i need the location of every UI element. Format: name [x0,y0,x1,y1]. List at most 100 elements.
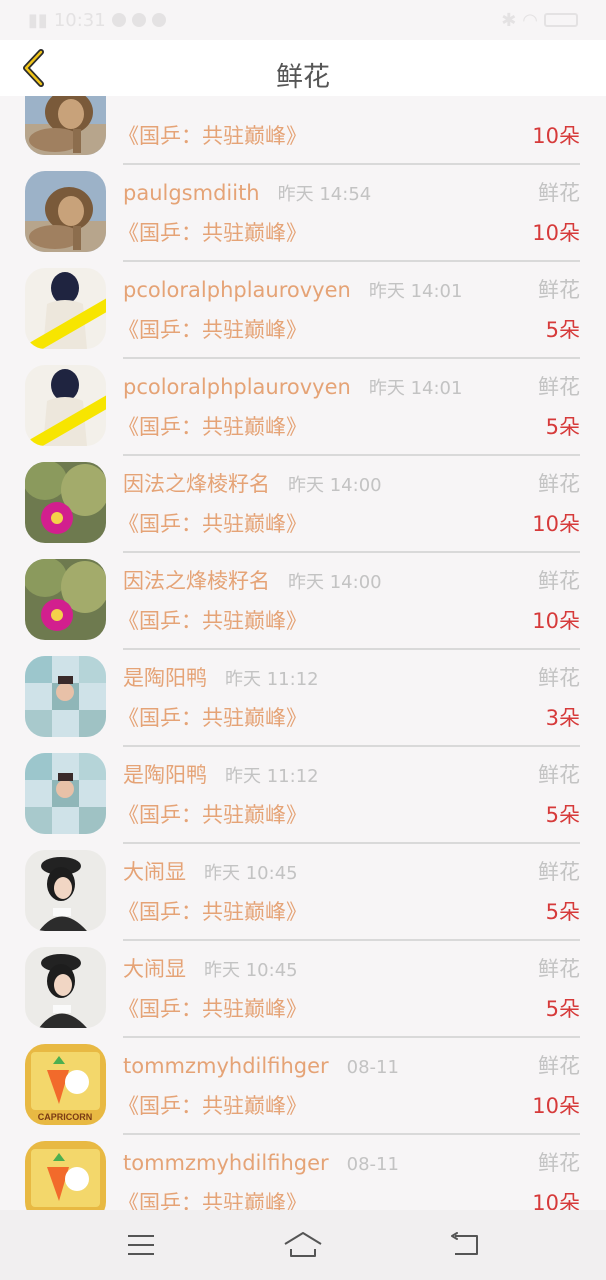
username[interactable]: tommzmyhdilfihger [123,1054,329,1078]
gift-record-row[interactable]: pcoloralphplaurovyen 昨天 14:01 鲜花 《国乒：共驻巅… [0,359,606,456]
gift-record-row[interactable]: CAPRICORN tommzmyhdilfihger 08-11 鲜花 《国乒… [0,1135,606,1210]
system-nav-bar [0,1210,606,1280]
gift-record-row[interactable]: 是陶阳鸭 昨天 11:12 鲜花 《国乒：共驻巅峰》 5朵 [0,747,606,844]
gift-type: 鲜花 [538,666,580,690]
avatar[interactable] [25,268,106,349]
book-title[interactable]: 《国乒：共驻巅峰》 [118,1187,307,1210]
row-detail: 《国乒：共驻巅峰》 5朵 [118,799,580,831]
bluetooth-icon: ✱ [501,9,517,31]
notification-icon [111,13,126,27]
gift-type: 鲜花 [538,569,580,593]
gift-amount: 10朵 [532,512,580,536]
flower-gift-list[interactable]: 《国乒：共驻巅峰》 10朵 paulgsmdiith 昨天 14:54 鲜花 《… [0,74,606,1210]
timestamp: 昨天 14:54 [277,184,372,205]
avatar[interactable] [25,559,106,640]
row-detail: 《国乒：共驻巅峰》 5朵 [118,993,580,1025]
timestamp: 昨天 14:00 [288,475,382,496]
book-title[interactable]: 《国乒：共驻巅峰》 [118,217,307,247]
gift-type: 鲜花 [538,957,580,981]
gift-amount: 5朵 [545,318,580,342]
book-title[interactable]: 《国乒：共驻巅峰》 [118,314,307,344]
row-header: pcoloralphplaurovyen 昨天 14:01 鲜花 [123,274,580,306]
username[interactable]: pcoloralphplaurovyen [123,375,351,399]
svg-text:CAPRICORN: CAPRICORN [38,1112,93,1122]
wifi-icon: ◠ [522,9,538,31]
chevron-left-icon [23,49,44,87]
book-title[interactable]: 《国乒：共驻巅峰》 [118,993,307,1023]
avatar[interactable] [25,365,106,446]
gift-record-row[interactable]: CAPRICORN tommzmyhdilfihger 08-11 鲜花 《国乒… [0,1038,606,1135]
menu-button[interactable] [111,1220,171,1270]
status-bar: ▮▮ 10:31 ✱ ◠ [0,0,606,40]
page-title: 鲜花 [276,61,330,93]
gift-type: 鲜花 [538,763,580,787]
status-time: 10:31 [53,9,106,31]
gift-record-row[interactable]: 大闹显 昨天 10:45 鲜花 《国乒：共驻巅峰》 5朵 [0,844,606,941]
status-left: ▮▮ 10:31 [28,10,166,31]
timestamp: 08-11 [346,1154,399,1175]
gift-record-row[interactable]: 因法之烽棱籽名 昨天 14:00 鲜花 《国乒：共驻巅峰》 10朵 [0,553,606,650]
avatar[interactable] [25,462,106,543]
gift-record-row[interactable]: paulgsmdiith 昨天 14:54 鲜花 《国乒：共驻巅峰》 10朵 [0,165,606,262]
gift-type: 鲜花 [538,860,580,884]
timestamp: 昨天 11:12 [225,669,319,690]
avatar[interactable] [25,947,106,1028]
book-title[interactable]: 《国乒：共驻巅峰》 [118,120,307,150]
avatar[interactable]: CAPRICORN [25,1141,106,1210]
username[interactable]: tommzmyhdilfihger [123,1151,329,1175]
gift-amount: 10朵 [532,609,580,633]
row-header: tommzmyhdilfihger 08-11 鲜花 [123,1147,580,1179]
avatar[interactable] [25,656,106,737]
timestamp: 昨天 11:12 [225,766,319,787]
row-detail: 《国乒：共驻巅峰》 10朵 [118,1187,580,1210]
gift-amount: 5朵 [545,900,580,924]
avatar[interactable] [25,850,106,931]
row-detail: 《国乒：共驻巅峰》 5朵 [118,411,580,443]
timestamp: 昨天 10:45 [204,863,298,884]
back-nav-button[interactable] [435,1220,495,1270]
image-icon [131,13,146,27]
gift-type: 鲜花 [538,1151,580,1175]
timestamp: 昨天 10:45 [204,960,298,981]
home-icon [284,1232,322,1257]
row-detail: 《国乒：共驻巅峰》 3朵 [118,702,580,734]
gift-amount: 10朵 [532,1191,580,1210]
row-detail: 《国乒：共驻巅峰》 5朵 [118,314,580,346]
username[interactable]: 大闹显 [123,856,186,886]
row-header: paulgsmdiith 昨天 14:54 鲜花 [123,177,580,209]
avatar[interactable] [25,753,106,834]
signal-icon: ▮▮ [28,9,48,31]
book-title[interactable]: 《国乒：共驻巅峰》 [118,896,307,926]
username[interactable]: 因法之烽棱籽名 [123,468,270,498]
gift-record-row[interactable]: 大闹显 昨天 10:45 鲜花 《国乒：共驻巅峰》 5朵 [0,941,606,1038]
book-title[interactable]: 《国乒：共驻巅峰》 [118,799,307,829]
username[interactable]: 是陶阳鸭 [123,759,207,789]
gift-record-row[interactable]: 因法之烽棱籽名 昨天 14:00 鲜花 《国乒：共驻巅峰》 10朵 [0,456,606,553]
timestamp: 08-11 [346,1057,399,1078]
home-button[interactable] [273,1220,333,1270]
back-button[interactable] [14,48,54,88]
row-detail: 《国乒：共驻巅峰》 10朵 [118,120,580,152]
book-title[interactable]: 《国乒：共驻巅峰》 [118,702,307,732]
timestamp: 昨天 14:00 [288,572,382,593]
username[interactable]: 是陶阳鸭 [123,662,207,692]
gift-type: 鲜花 [538,1054,580,1078]
avatar[interactable]: CAPRICORN [25,1044,106,1125]
timestamp: 昨天 14:01 [368,378,463,399]
book-title[interactable]: 《国乒：共驻巅峰》 [118,508,307,538]
gift-amount: 10朵 [532,221,580,245]
username[interactable]: paulgsmdiith [123,181,260,205]
gift-record-row[interactable]: 是陶阳鸭 昨天 11:12 鲜花 《国乒：共驻巅峰》 3朵 [0,650,606,747]
book-title[interactable]: 《国乒：共驻巅峰》 [118,605,307,635]
row-header: 大闹显 昨天 10:45 鲜花 [123,856,580,888]
book-title[interactable]: 《国乒：共驻巅峰》 [118,1090,307,1120]
username[interactable]: 因法之烽棱籽名 [123,565,270,595]
username[interactable]: 大闹显 [123,953,186,983]
avatar[interactable] [25,171,106,252]
gift-record-row[interactable]: pcoloralphplaurovyen 昨天 14:01 鲜花 《国乒：共驻巅… [0,262,606,359]
row-header: 因法之烽棱籽名 昨天 14:00 鲜花 [123,565,580,597]
timestamp: 昨天 14:01 [368,281,463,302]
book-title[interactable]: 《国乒：共驻巅峰》 [118,411,307,441]
row-header: 因法之烽棱籽名 昨天 14:00 鲜花 [123,468,580,500]
username[interactable]: pcoloralphplaurovyen [123,278,351,302]
